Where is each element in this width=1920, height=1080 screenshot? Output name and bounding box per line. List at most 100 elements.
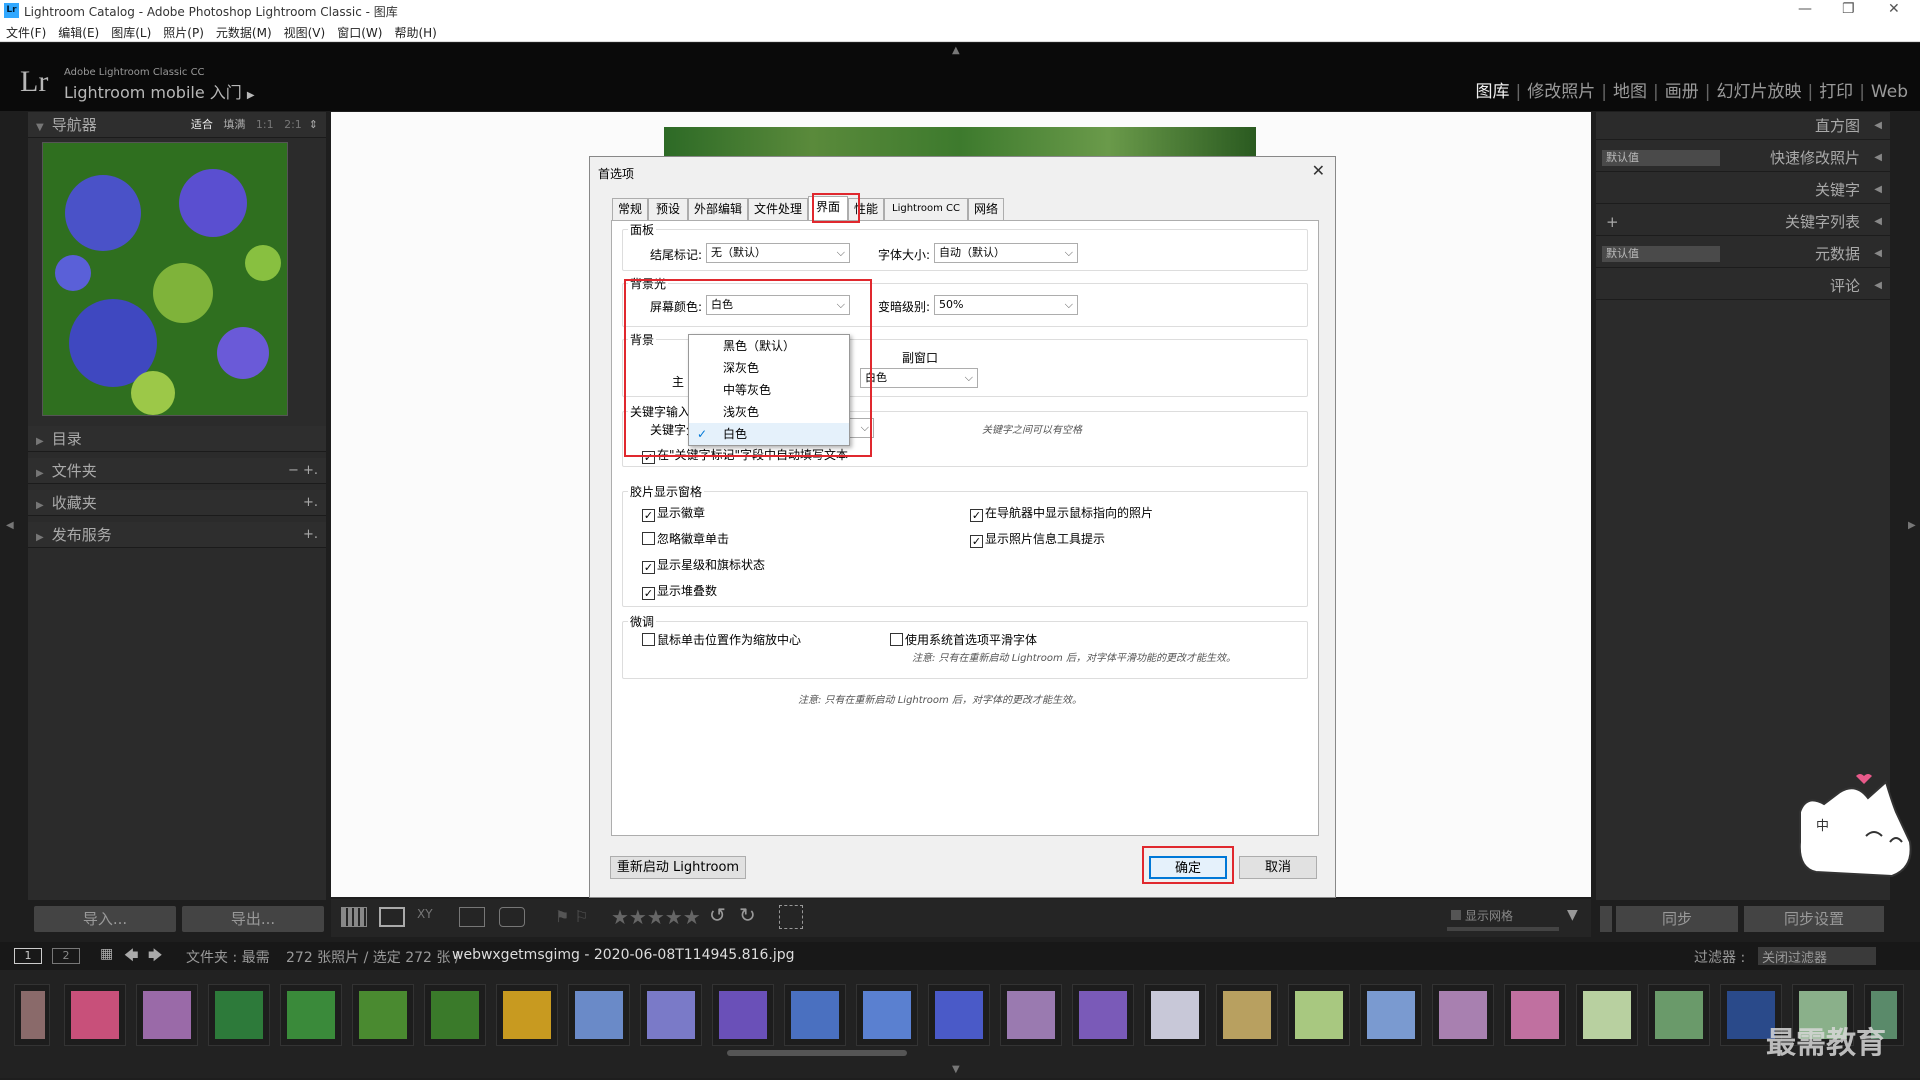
show-ratings-picks-checkbox[interactable]: ✓ 显示星级和旗标状态 xyxy=(642,556,765,574)
publish-header[interactable]: ▶ 发布服务 +. xyxy=(28,522,326,548)
filmstrip-thumbnail[interactable] xyxy=(424,984,486,1046)
info-tooltips-checkbox[interactable]: ✓ 显示照片信息工具提示 xyxy=(970,530,1105,548)
zoom-fit[interactable]: 适合 xyxy=(191,118,213,131)
keyword-list-header[interactable]: + 关键字列表 ◀ xyxy=(1596,208,1890,236)
menu-photo[interactable]: 照片(P) xyxy=(157,22,210,43)
restart-lightroom-button[interactable]: 重新启动 Lightroom xyxy=(610,856,746,879)
filmstrip-thumbnail[interactable] xyxy=(1288,984,1350,1046)
flag-icon[interactable]: ⚑ ⚐ xyxy=(555,907,589,926)
filmstrip-source[interactable]: 文件夹 : 最需 xyxy=(186,947,270,967)
filmstrip-thumbnail[interactable] xyxy=(712,984,774,1046)
filmstrip-thumbnail[interactable] xyxy=(352,984,414,1046)
tab-file-handling[interactable]: 文件处理 xyxy=(748,198,808,220)
filmstrip-thumbnail[interactable] xyxy=(568,984,630,1046)
toolbar-menu-icon[interactable]: ▼ xyxy=(1567,907,1578,923)
collapse-left-icon[interactable]: ◀ xyxy=(6,520,14,531)
restore-icon[interactable]: ❐ xyxy=(1842,1,1855,17)
module-book[interactable]: 画册 xyxy=(1665,82,1699,102)
secondary-window-color-select[interactable]: 白色 xyxy=(860,368,978,388)
filmstrip-thumbnail[interactable] xyxy=(1360,984,1422,1046)
menu-metadata[interactable]: 元数据(M) xyxy=(210,22,278,43)
rotate-left-icon[interactable]: ↺ xyxy=(709,903,726,927)
back-arrow-icon[interactable]: 🡄 xyxy=(124,945,138,969)
zoom-1-1[interactable]: 1:1 xyxy=(256,118,274,131)
filmstrip-scrollbar[interactable] xyxy=(727,1050,907,1056)
compare-view-icon[interactable]: XY xyxy=(417,907,445,927)
menu-library[interactable]: 图库(L) xyxy=(105,22,157,43)
zoom-2-1[interactable]: 2:1 xyxy=(284,118,302,131)
filmstrip-thumbnail[interactable] xyxy=(856,984,918,1046)
import-button[interactable]: 导入... xyxy=(34,906,176,932)
filmstrip-thumbnail[interactable] xyxy=(1072,984,1134,1046)
filmstrip-thumbnail[interactable] xyxy=(496,984,558,1046)
forward-arrow-icon[interactable]: 🡆 xyxy=(148,945,162,969)
tab-external-editing[interactable]: 外部编辑 xyxy=(688,198,748,220)
cancel-button[interactable]: 取消 xyxy=(1239,856,1317,879)
publish-add[interactable]: +. xyxy=(303,522,318,548)
main-window-button[interactable]: 1 xyxy=(14,948,42,964)
navigator-preview[interactable] xyxy=(42,142,288,416)
menu-window[interactable]: 窗口(W) xyxy=(331,22,388,43)
filmstrip-thumbnail[interactable] xyxy=(640,984,702,1046)
filmstrip-thumbnail[interactable] xyxy=(928,984,990,1046)
filmstrip-thumbnail[interactable] xyxy=(136,984,198,1046)
collapse-bottom-icon[interactable]: ▼ xyxy=(952,1064,960,1075)
folders-add-remove[interactable]: − +. xyxy=(288,458,318,484)
filmstrip-thumbnail[interactable] xyxy=(784,984,846,1046)
sync-toggle-switch[interactable] xyxy=(1600,906,1612,932)
tab-network[interactable]: 网络 xyxy=(968,198,1004,220)
grid-opacity-slider[interactable] xyxy=(1447,927,1559,931)
metadata-header[interactable]: 默认值 元数据 ◀ xyxy=(1596,240,1890,268)
dim-level-select[interactable]: 50% xyxy=(934,295,1078,315)
filmstrip-thumbnail[interactable] xyxy=(1000,984,1062,1046)
survey-view-icon[interactable] xyxy=(459,907,485,927)
sync-settings-button[interactable]: 同步设置 xyxy=(1744,906,1884,932)
filmstrip-thumbnail[interactable] xyxy=(1432,984,1494,1046)
filmstrip-thumbnail[interactable] xyxy=(1576,984,1638,1046)
sync-button[interactable]: 同步 xyxy=(1616,906,1738,932)
dialog-close-icon[interactable]: ✕ xyxy=(1312,161,1325,180)
people-view-icon[interactable] xyxy=(499,907,525,927)
lightroom-mobile-link[interactable]: Lightroom mobile 入门 ▶ xyxy=(64,79,255,103)
collapse-top-icon[interactable]: ▲ xyxy=(952,45,960,56)
zoom-click-checkbox[interactable]: 鼠标单击位置作为缩放中心 xyxy=(642,631,801,648)
filter-select[interactable]: 关闭过滤器 xyxy=(1758,947,1876,966)
zoom-fill[interactable]: 填满 xyxy=(223,118,245,131)
menu-help[interactable]: 帮助(H) xyxy=(388,22,442,43)
preset-select[interactable]: 默认值 xyxy=(1602,150,1720,166)
collections-header[interactable]: ▶ 收藏夹 +. xyxy=(28,490,326,516)
filmstrip-thumbnail[interactable] xyxy=(1144,984,1206,1046)
zoom-arrows-icon[interactable]: ⇕ xyxy=(309,118,318,131)
filmstrip-thumbnail[interactable] xyxy=(1504,984,1566,1046)
filmstrip-thumbnail[interactable] xyxy=(1216,984,1278,1046)
grid-view-icon[interactable] xyxy=(341,907,367,927)
metadata-preset-select[interactable]: 默认值 xyxy=(1602,246,1720,262)
collapse-right-icon[interactable]: ▶ xyxy=(1908,520,1916,531)
loupe-view-icon[interactable] xyxy=(379,907,405,927)
menu-view[interactable]: 视图(V) xyxy=(278,22,332,43)
module-slideshow[interactable]: 幻灯片放映 xyxy=(1716,82,1801,102)
second-window-button[interactable]: 2 xyxy=(52,948,80,964)
module-web[interactable]: Web xyxy=(1871,82,1908,102)
folders-header[interactable]: ▶ 文件夹 − +. xyxy=(28,458,326,484)
crop-overlay-icon[interactable] xyxy=(779,905,803,929)
module-library[interactable]: 图库 xyxy=(1476,82,1510,102)
filmstrip-thumbnail[interactable] xyxy=(14,984,50,1046)
filmstrip-thumbnail[interactable] xyxy=(1648,984,1710,1046)
tab-lightroom-cc[interactable]: Lightroom CC xyxy=(884,198,968,220)
filmstrip-thumbnail[interactable] xyxy=(208,984,270,1046)
catalog-header[interactable]: ▶ 目录 xyxy=(28,426,326,452)
add-keyword-icon[interactable]: + xyxy=(1606,208,1619,236)
navigator-hover-checkbox[interactable]: ✓ 在导航器中显示鼠标指向的照片 xyxy=(970,504,1153,522)
module-develop[interactable]: 修改照片 xyxy=(1527,82,1595,102)
current-filename[interactable]: webwxgetmsgimg - 2020-06-08T114945.816.j… xyxy=(452,947,795,963)
star-rating[interactable]: ★★★★★ xyxy=(611,905,701,929)
export-button[interactable]: 导出... xyxy=(182,906,324,932)
keywording-header[interactable]: 关键字 ◀ xyxy=(1596,176,1890,204)
end-marks-select[interactable]: 无（默认） xyxy=(706,243,850,263)
module-map[interactable]: 地图 xyxy=(1613,82,1647,102)
quick-develop-header[interactable]: 默认值 快速修改照片 ◀ xyxy=(1596,144,1890,172)
module-print[interactable]: 打印 xyxy=(1819,82,1853,102)
font-size-select[interactable]: 自动（默认） xyxy=(934,243,1078,263)
show-stack-counts-checkbox[interactable]: ✓ 显示堆叠数 xyxy=(642,582,717,600)
